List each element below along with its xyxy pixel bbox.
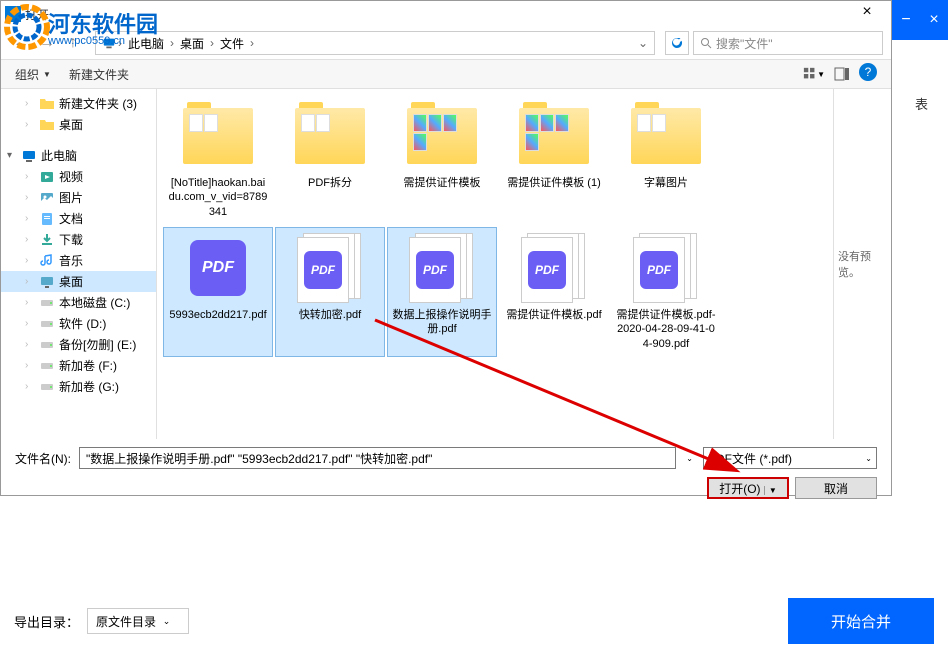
view-mode-button[interactable]: ▼ xyxy=(803,63,825,85)
file-item-7[interactable]: PDF 数据上报操作说明手册.pdf xyxy=(387,227,497,357)
file-label: 快转加密.pdf xyxy=(299,308,361,322)
search-icon xyxy=(700,37,712,49)
export-label: 导出目录： xyxy=(14,612,79,631)
minimize-button[interactable]: − xyxy=(892,0,920,40)
file-item-9[interactable]: PDF需提供证件模板.pdf-2020-04-28-09-41-04-909.p… xyxy=(611,227,721,357)
folder-icon xyxy=(626,100,706,172)
export-dir-select[interactable]: 原文件目录 ⌄ xyxy=(87,608,189,634)
file-label: PDF拆分 xyxy=(308,176,352,190)
file-item-6[interactable]: PDF 快转加密.pdf xyxy=(275,227,385,357)
open-button[interactable]: 打开(O) ▼ xyxy=(707,477,789,499)
file-open-dialog: 打开 × ← → ↑ › 此电脑 › 桌面 › 文件 › ⌄ 搜索"文件" xyxy=(0,0,892,496)
cancel-button[interactable]: 取消 xyxy=(795,477,877,499)
pdf-stack-icon: PDF xyxy=(626,232,706,304)
grid-icon xyxy=(803,66,817,82)
image-icon xyxy=(39,190,55,206)
folder-img-icon xyxy=(514,100,594,172)
pdf-stack-icon: PDF xyxy=(402,232,482,304)
folder-icon xyxy=(39,117,55,133)
file-item-2[interactable]: 需提供证件模板 xyxy=(387,95,497,225)
toolbar: 组织 ▼ 新建文件夹 ▼ ? xyxy=(1,59,891,89)
file-label: 数据上报操作说明手册.pdf xyxy=(392,308,492,337)
file-item-3[interactable]: 需提供证件模板 (1) xyxy=(499,95,609,225)
file-grid: [NoTitle]haokan.baidu.com_v_vid=8789341P… xyxy=(157,89,833,439)
disk-icon xyxy=(39,358,55,374)
dialog-title: 打开 xyxy=(25,6,847,23)
pdf-icon: PDF xyxy=(178,232,258,304)
tree-item-7[interactable]: ›下载 xyxy=(1,229,156,250)
tree-item-4[interactable]: ›视频 xyxy=(1,166,156,187)
disk-icon xyxy=(39,337,55,353)
desktop-icon xyxy=(39,274,55,290)
refresh-button[interactable] xyxy=(665,31,689,55)
tree-item-5[interactable]: ›图片 xyxy=(1,187,156,208)
filename-label: 文件名(N): xyxy=(15,450,71,467)
tree-item-8[interactable]: ›音乐 xyxy=(1,250,156,271)
preview-pane: 没有预览。 xyxy=(833,89,891,439)
pdf-stack-icon: PDF xyxy=(290,232,370,304)
back-button[interactable]: ← xyxy=(9,31,33,55)
disk-icon xyxy=(39,379,55,395)
tree-item-6[interactable]: ›文档 xyxy=(1,208,156,229)
video-icon xyxy=(39,169,55,185)
file-item-5[interactable]: PDF 5993ecb2dd217.pdf xyxy=(163,227,273,357)
folder-icon xyxy=(290,100,370,172)
close-button-bg[interactable]: × xyxy=(920,0,948,40)
file-label: 需提供证件模板.pdf xyxy=(506,308,601,322)
folder-img-icon xyxy=(402,100,482,172)
refresh-icon xyxy=(671,37,683,49)
up-button[interactable]: ↑ xyxy=(61,31,85,55)
file-item-4[interactable]: 字幕图片 xyxy=(611,95,721,225)
tree-item-9[interactable]: ›桌面 xyxy=(1,271,156,292)
tree-item-0[interactable]: ›新建文件夹 (3) xyxy=(1,93,156,114)
sidebar: ›新建文件夹 (3)›桌面▾此电脑›视频›图片›文档›下载›音乐›桌面›本地磁盘… xyxy=(1,89,157,439)
search-input[interactable]: 搜索"文件" xyxy=(693,31,883,55)
file-item-0[interactable]: [NoTitle]haokan.baidu.com_v_vid=8789341 xyxy=(163,95,273,225)
music-icon xyxy=(39,253,55,269)
file-item-8[interactable]: PDF 需提供证件模板.pdf xyxy=(499,227,609,357)
file-label: 5993ecb2dd217.pdf xyxy=(169,308,266,322)
navbar: ← → ↑ › 此电脑 › 桌面 › 文件 › ⌄ 搜索"文件" xyxy=(1,27,891,59)
disk-icon xyxy=(39,295,55,311)
folder-icon xyxy=(178,100,258,172)
pdf-stack-icon: PDF xyxy=(514,232,594,304)
filename-input[interactable] xyxy=(79,447,676,469)
breadcrumb[interactable]: › 此电脑 › 桌面 › 文件 › ⌄ xyxy=(95,31,655,55)
file-label: [NoTitle]haokan.baidu.com_v_vid=8789341 xyxy=(168,176,268,219)
folder-icon xyxy=(39,96,55,112)
file-item-1[interactable]: PDF拆分 xyxy=(275,95,385,225)
bottom-bar: 导出目录： 原文件目录 ⌄ 开始合并 xyxy=(14,597,934,645)
file-label: 需提供证件模板 xyxy=(404,176,481,190)
tree-item-3[interactable]: ▾此电脑 xyxy=(1,145,156,166)
file-label: 需提供证件模板 (1) xyxy=(507,176,601,190)
tree-item-12[interactable]: ›备份[勿删] (E:) xyxy=(1,334,156,355)
organize-button[interactable]: 组织 ▼ xyxy=(15,66,51,83)
tree-item-1[interactable]: ›桌面 xyxy=(1,114,156,135)
file-label: 字幕图片 xyxy=(644,176,688,190)
titlebar: 打开 × xyxy=(1,1,891,27)
file-label: 需提供证件模板.pdf-2020-04-28-09-41-04-909.pdf xyxy=(616,308,716,351)
download-icon xyxy=(39,232,55,248)
tree-item-14[interactable]: ›新加卷 (G:) xyxy=(1,376,156,397)
app-icon xyxy=(5,6,21,22)
pc-icon xyxy=(102,36,116,50)
close-button[interactable]: × xyxy=(847,1,887,27)
bg-tab-label: 表 xyxy=(915,94,928,113)
pc-icon xyxy=(21,148,37,164)
tree-item-10[interactable]: ›本地磁盘 (C:) xyxy=(1,292,156,313)
tree-item-11[interactable]: ›软件 (D:) xyxy=(1,313,156,334)
forward-button[interactable]: → xyxy=(35,31,59,55)
filetype-select[interactable]: PDF文件 (*.pdf)⌄ xyxy=(703,447,877,469)
start-merge-button[interactable]: 开始合并 xyxy=(788,598,934,644)
tree-item-13[interactable]: ›新加卷 (F:) xyxy=(1,355,156,376)
help-button[interactable]: ? xyxy=(859,63,877,81)
doc-icon xyxy=(39,211,55,227)
disk-icon xyxy=(39,316,55,332)
preview-toggle-button[interactable] xyxy=(831,63,853,85)
new-folder-button[interactable]: 新建文件夹 xyxy=(69,66,129,83)
preview-icon xyxy=(834,66,850,82)
